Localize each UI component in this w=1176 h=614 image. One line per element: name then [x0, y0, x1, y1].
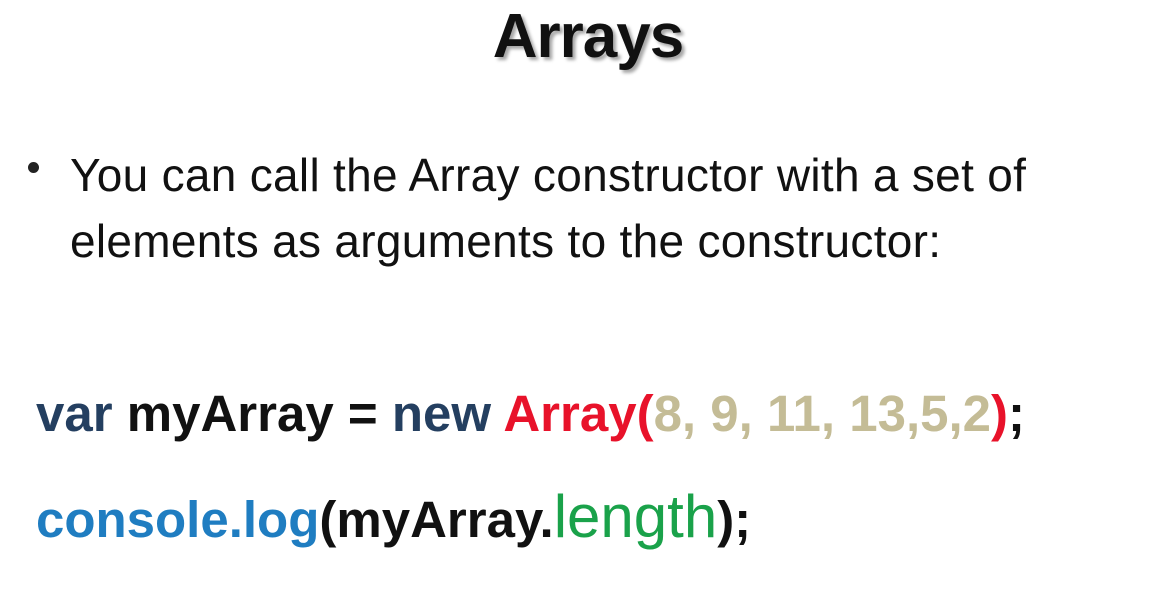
code-arguments: 8, 9, 11, 13,5,2 [653, 385, 992, 442]
code-variable-assign: myArray = [112, 385, 392, 442]
code-array-constructor: Array( [503, 385, 654, 442]
code-keyword-var: var [36, 385, 113, 442]
bullet-point-icon [28, 162, 39, 173]
code-close-statement: ); [717, 491, 752, 548]
code-semicolon: ; [1008, 385, 1025, 442]
code-line-1: var myArray = new Array(8, 9, 11, 13,5,2… [36, 384, 1025, 444]
slide-title: Arrays [492, 2, 684, 71]
code-close-paren: ) [991, 385, 1008, 442]
bullet-text: You can call the Array constructor with … [70, 149, 1027, 267]
slide: Arrays You can call the Array constructo… [0, 0, 1176, 614]
code-keyword-new: new [391, 385, 492, 442]
code-object-ref: (myArray. [319, 491, 554, 548]
code-line-2: console.log(myArray.length); [36, 487, 751, 550]
code-length-property: length [553, 483, 718, 550]
code-console-log: console.log [36, 491, 320, 548]
